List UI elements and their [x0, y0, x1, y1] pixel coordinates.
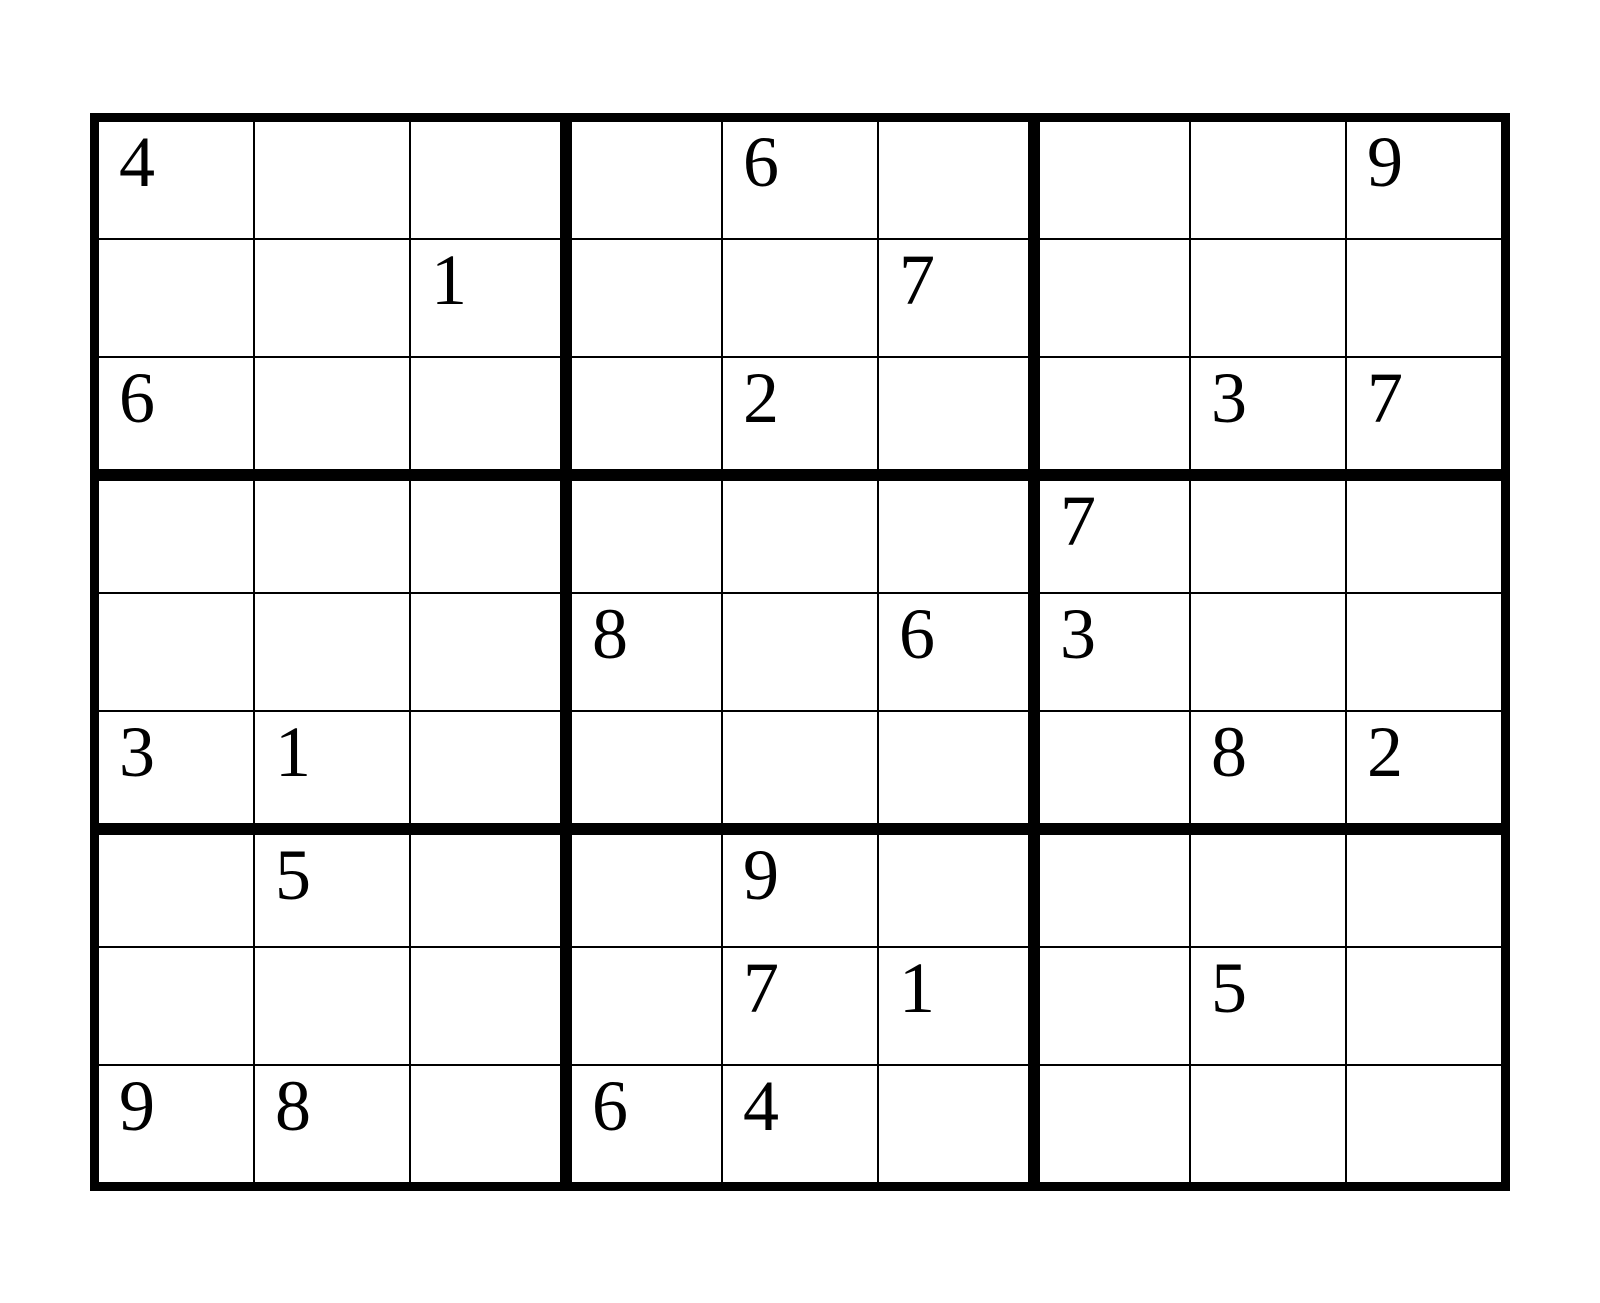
cell-r6c3[interactable]	[410, 711, 566, 829]
cell-r4c8[interactable]	[1190, 475, 1346, 593]
cell-r7c4[interactable]	[566, 829, 722, 947]
cell-r7c6[interactable]	[878, 829, 1034, 947]
cell-r1c5[interactable]: 6	[722, 121, 878, 239]
cell-r5c7[interactable]: 3	[1034, 593, 1190, 711]
cell-r8c4[interactable]	[566, 947, 722, 1065]
cell-r6c1[interactable]: 3	[98, 711, 254, 829]
cell-r6c5[interactable]	[722, 711, 878, 829]
cell-r8c9[interactable]	[1346, 947, 1502, 1065]
cell-r7c5[interactable]: 9	[722, 829, 878, 947]
cell-r9c8[interactable]	[1190, 1065, 1346, 1183]
cell-r8c7[interactable]	[1034, 947, 1190, 1065]
cell-r1c1[interactable]: 4	[98, 121, 254, 239]
cell-r3c8[interactable]: 3	[1190, 357, 1346, 475]
cell-r4c4[interactable]	[566, 475, 722, 593]
cell-r8c8[interactable]: 5	[1190, 947, 1346, 1065]
cell-r1c9[interactable]: 9	[1346, 121, 1502, 239]
cell-r8c2[interactable]	[254, 947, 410, 1065]
cell-r5c4[interactable]: 8	[566, 593, 722, 711]
cell-r7c3[interactable]	[410, 829, 566, 947]
cell-r2c3[interactable]: 1	[410, 239, 566, 357]
cell-r2c5[interactable]	[722, 239, 878, 357]
cell-r9c4[interactable]: 6	[566, 1065, 722, 1183]
cell-r3c5[interactable]: 2	[722, 357, 878, 475]
cell-r2c4[interactable]	[566, 239, 722, 357]
cell-r7c2[interactable]: 5	[254, 829, 410, 947]
cell-r5c8[interactable]	[1190, 593, 1346, 711]
cell-r9c9[interactable]	[1346, 1065, 1502, 1183]
cell-r6c9[interactable]: 2	[1346, 711, 1502, 829]
cell-r5c3[interactable]	[410, 593, 566, 711]
cell-r3c3[interactable]	[410, 357, 566, 475]
cell-r1c4[interactable]	[566, 121, 722, 239]
cell-r1c6[interactable]	[878, 121, 1034, 239]
cell-r9c6[interactable]	[878, 1065, 1034, 1183]
cell-r9c3[interactable]	[410, 1065, 566, 1183]
cell-r8c1[interactable]	[98, 947, 254, 1065]
cell-r6c6[interactable]	[878, 711, 1034, 829]
cell-r1c8[interactable]	[1190, 121, 1346, 239]
cell-r1c2[interactable]	[254, 121, 410, 239]
cell-r7c1[interactable]	[98, 829, 254, 947]
cell-r2c8[interactable]	[1190, 239, 1346, 357]
cell-r3c6[interactable]	[878, 357, 1034, 475]
cell-r4c1[interactable]	[98, 475, 254, 593]
cell-r5c2[interactable]	[254, 593, 410, 711]
cell-r8c6[interactable]: 1	[878, 947, 1034, 1065]
cell-r3c4[interactable]	[566, 357, 722, 475]
cell-r4c6[interactable]	[878, 475, 1034, 593]
cell-r1c3[interactable]	[410, 121, 566, 239]
cell-r2c6[interactable]: 7	[878, 239, 1034, 357]
cell-r3c2[interactable]	[254, 357, 410, 475]
cell-r7c7[interactable]	[1034, 829, 1190, 947]
cell-r9c5[interactable]: 4	[722, 1065, 878, 1183]
cell-r5c1[interactable]	[98, 593, 254, 711]
cell-r7c9[interactable]	[1346, 829, 1502, 947]
cell-r3c1[interactable]: 6	[98, 357, 254, 475]
cell-r5c6[interactable]: 6	[878, 593, 1034, 711]
cell-r8c3[interactable]	[410, 947, 566, 1065]
cell-r6c4[interactable]	[566, 711, 722, 829]
cell-r4c5[interactable]	[722, 475, 878, 593]
cell-r8c5[interactable]: 7	[722, 947, 878, 1065]
cell-r3c9[interactable]: 7	[1346, 357, 1502, 475]
cell-r4c2[interactable]	[254, 475, 410, 593]
cell-r2c9[interactable]	[1346, 239, 1502, 357]
cell-r9c1[interactable]: 9	[98, 1065, 254, 1183]
sudoku-board: 4 6 9 1 7 6 2 3 7 7 8 6 3 3 1 8 2 5 9	[90, 113, 1510, 1191]
cell-r2c1[interactable]	[98, 239, 254, 357]
cell-r6c2[interactable]: 1	[254, 711, 410, 829]
cell-r7c8[interactable]	[1190, 829, 1346, 947]
cell-r4c9[interactable]	[1346, 475, 1502, 593]
cell-r5c9[interactable]	[1346, 593, 1502, 711]
cell-r9c2[interactable]: 8	[254, 1065, 410, 1183]
cell-r2c7[interactable]	[1034, 239, 1190, 357]
cell-r4c3[interactable]	[410, 475, 566, 593]
cell-r9c7[interactable]	[1034, 1065, 1190, 1183]
cell-r6c7[interactable]	[1034, 711, 1190, 829]
cell-r3c7[interactable]	[1034, 357, 1190, 475]
cell-r5c5[interactable]	[722, 593, 878, 711]
cell-r4c7[interactable]: 7	[1034, 475, 1190, 593]
cell-r2c2[interactable]	[254, 239, 410, 357]
cell-r1c7[interactable]	[1034, 121, 1190, 239]
cell-r6c8[interactable]: 8	[1190, 711, 1346, 829]
